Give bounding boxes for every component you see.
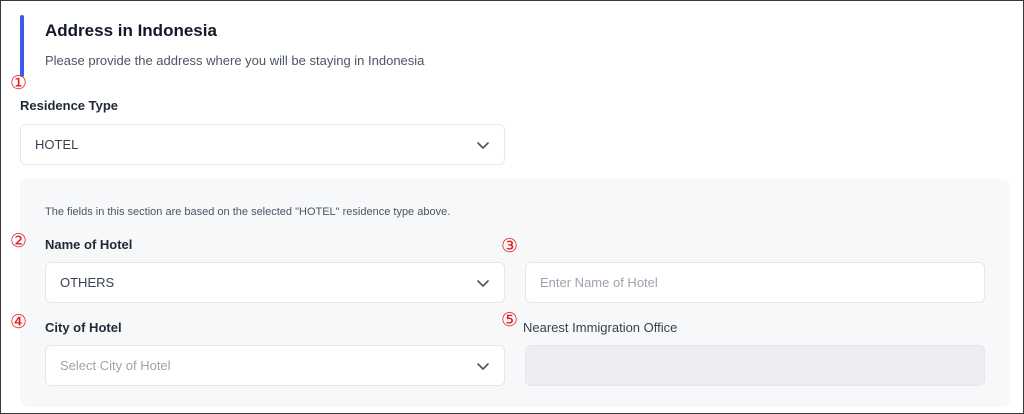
chevron-down-icon: [477, 280, 489, 287]
section-accent-bar: [20, 15, 24, 77]
callout-marker-3: ③: [501, 235, 519, 257]
residence-type-label: Residence Type: [20, 98, 119, 113]
hotel-name-input-placeholder: Enter Name of Hotel: [540, 275, 658, 290]
page-subtitle: Please provide the address where you wil…: [45, 53, 425, 68]
section-note: The fields in this section are based on …: [45, 206, 451, 218]
residence-type-value: HOTEL: [35, 137, 79, 152]
residence-type-select[interactable]: HOTEL: [20, 124, 505, 165]
chevron-down-icon: [477, 142, 489, 149]
hotel-name-select[interactable]: OTHERS: [45, 262, 505, 303]
hotel-name-input[interactable]: Enter Name of Hotel: [525, 262, 985, 303]
page-title: Address in Indonesia: [45, 21, 217, 40]
immigration-office-field: [525, 345, 985, 386]
chevron-down-icon: [477, 363, 489, 370]
callout-marker-2: ②: [10, 230, 28, 252]
immigration-office-label: Nearest Immigration Office: [523, 320, 678, 335]
callout-marker-4: ④: [10, 311, 28, 333]
hotel-name-label: Name of Hotel: [45, 237, 133, 252]
city-label: City of Hotel: [45, 320, 122, 335]
callout-marker-5: ⑤: [501, 309, 519, 331]
hotel-name-value: OTHERS: [60, 275, 115, 290]
callout-marker-1: ①: [10, 72, 28, 94]
city-select-placeholder: Select City of Hotel: [60, 358, 171, 373]
city-select[interactable]: Select City of Hotel: [45, 345, 505, 386]
form-frame: Address in Indonesia Please provide the …: [0, 0, 1024, 414]
